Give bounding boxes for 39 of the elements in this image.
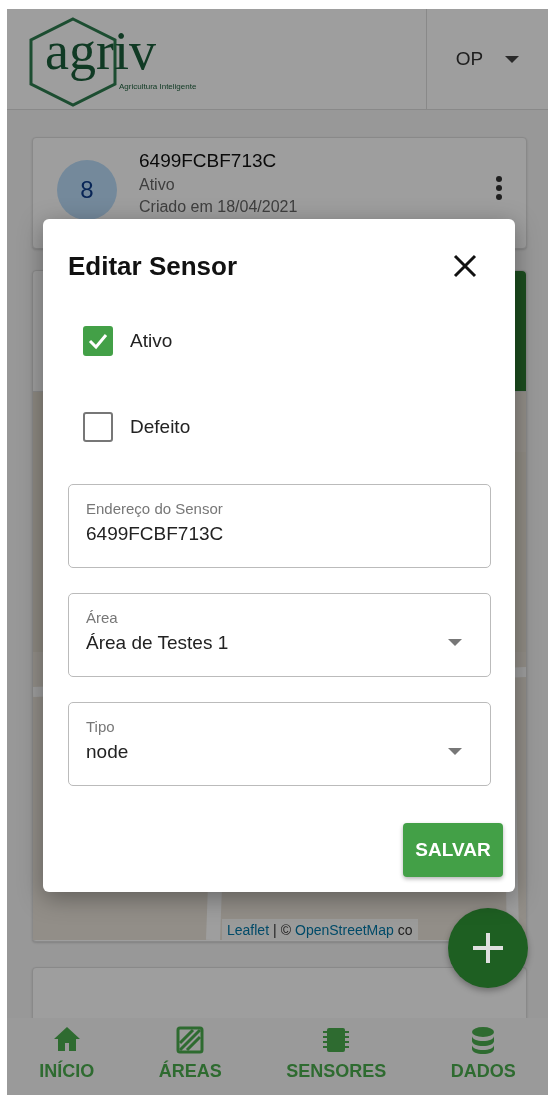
- caret-icon: [448, 639, 462, 646]
- logo-tagline: Agricultura Inteligente: [119, 82, 197, 91]
- check-icon: [87, 331, 109, 351]
- attribution-text: co: [397, 922, 413, 938]
- caret-icon: [505, 55, 520, 63]
- user-menu[interactable]: OP: [426, 9, 548, 109]
- plus-icon: [473, 933, 503, 963]
- save-button[interactable]: SALVAR: [403, 823, 503, 877]
- field-label: Área: [86, 609, 119, 626]
- field-label: Tipo: [86, 718, 116, 735]
- copyright-sign: ©: [280, 922, 291, 938]
- separator: |: [273, 922, 277, 938]
- created-date: Criado em 18/04/2021: [139, 198, 299, 216]
- leaflet-link[interactable]: Leaflet: [227, 922, 270, 938]
- field-value: Área de Testes 1: [86, 632, 230, 654]
- dialog-title: Editar Sensor: [68, 251, 238, 282]
- checkbox[interactable]: [83, 412, 113, 442]
- chip-icon: [321, 1025, 352, 1055]
- avatar: 8: [57, 160, 117, 220]
- nav-item[interactable]: INÍCIO: [33, 1018, 101, 1095]
- field-value: node: [86, 741, 130, 763]
- checkbox[interactable]: [83, 326, 113, 356]
- caret-icon: [448, 748, 462, 755]
- more-icon[interactable]: [496, 176, 502, 200]
- checkbox-label: Defeito: [130, 416, 191, 438]
- nav-item[interactable]: ÁREAS: [152, 1018, 228, 1095]
- openstreetmap-link[interactable]: OpenStreetMap: [295, 922, 394, 938]
- close-icon: [452, 252, 478, 279]
- hatched-square-icon: [175, 1025, 206, 1055]
- select-field[interactable]: Tipo node: [68, 702, 491, 786]
- input-field[interactable]: Endereço do Sensor 6499FCBF713C: [68, 484, 491, 568]
- checkbox-label: Ativo: [130, 330, 173, 352]
- nav-item[interactable]: SENSORES: [280, 1018, 393, 1095]
- sensor-address: 6499FCBF713C: [139, 150, 278, 172]
- nav-item[interactable]: DADOS: [444, 1018, 522, 1095]
- sensor-status: Ativo: [139, 176, 176, 194]
- field-value: 6499FCBF713C: [86, 523, 225, 545]
- select-field[interactable]: Área Área de Testes 1: [68, 593, 491, 677]
- field-label: Endereço do Sensor: [86, 500, 224, 517]
